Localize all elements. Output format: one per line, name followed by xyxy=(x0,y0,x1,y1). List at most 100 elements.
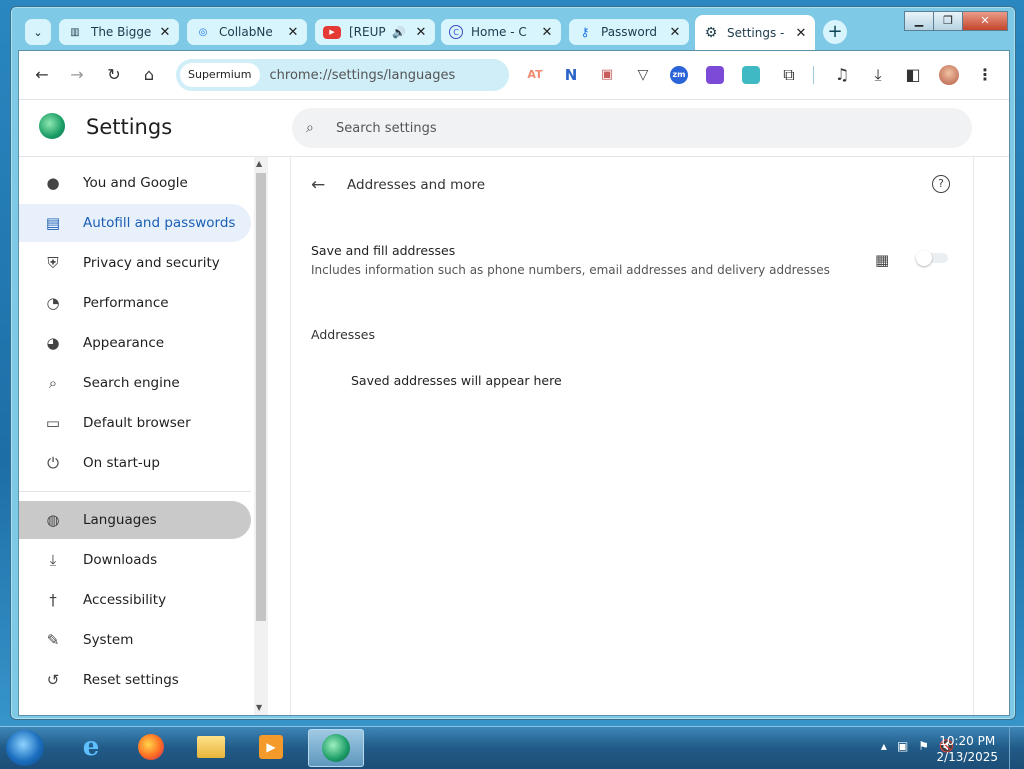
shield-icon: ⛨ xyxy=(47,254,59,272)
taskbar-explorer[interactable] xyxy=(184,729,238,765)
download-icon: ⤓ xyxy=(49,551,57,569)
browser-toolbar: ← → ↻ ⌂ Supermium chrome://settings/lang… xyxy=(19,51,1009,100)
media-control-icon[interactable]: ♫ xyxy=(832,65,852,85)
gear-icon: ⚙ xyxy=(704,25,718,41)
puzzle-icon[interactable]: ⧉ xyxy=(779,65,799,85)
n-extension-icon[interactable]: N xyxy=(562,66,580,84)
toolbar-divider xyxy=(813,66,814,84)
taskbar-firefox[interactable] xyxy=(124,729,178,765)
tab-item[interactable]: ▶ [REUP 🔊 ✕ xyxy=(315,19,435,45)
close-icon[interactable]: ✕ xyxy=(157,25,173,40)
scroll-down-arrow-icon[interactable]: ▼ xyxy=(256,703,262,712)
side-panel-icon[interactable]: ◧ xyxy=(903,65,923,85)
image-extension-icon[interactable]: ▣ xyxy=(598,66,616,84)
sidebar-item-reset[interactable]: ↺ Reset settings xyxy=(19,661,251,699)
clock-date: 2/13/2025 xyxy=(936,750,998,764)
media-player-icon: ▶ xyxy=(259,735,283,759)
taskbar-ie[interactable]: e xyxy=(64,729,118,765)
scroll-up-arrow-icon[interactable]: ▲ xyxy=(256,159,262,168)
sidebar-item-system[interactable]: ✎ System xyxy=(19,621,251,659)
sidebar-divider xyxy=(19,491,251,492)
teal-extension-icon[interactable] xyxy=(742,66,760,84)
search-icon: ◎ xyxy=(198,26,208,38)
museum-icon: ▥ xyxy=(70,26,80,38)
clock[interactable]: 10:20 PM 2/13/2025 xyxy=(936,733,998,765)
sidebar-item-accessibility[interactable]: † Accessibility xyxy=(19,581,251,619)
browser-icon: ▭ xyxy=(45,414,61,432)
minimize-button[interactable]: ▁ xyxy=(904,11,934,31)
page-title: Settings xyxy=(86,115,173,139)
tab-item[interactable]: ◎ CollabNe ✕ xyxy=(187,19,307,45)
empty-addresses-text: Saved addresses will appear here xyxy=(351,373,562,388)
search-icon: ⌕ xyxy=(48,374,58,392)
omnibox[interactable]: Supermium chrome://settings/languages xyxy=(176,59,509,91)
close-icon[interactable]: ✕ xyxy=(793,26,809,41)
menu-dots-icon[interactable]: ⋮ xyxy=(975,65,995,85)
sidebar-item-downloads[interactable]: ⤓ Downloads xyxy=(19,541,251,579)
at-extension-icon[interactable]: AT xyxy=(526,66,544,84)
back-arrow-icon[interactable]: ← xyxy=(311,175,325,195)
sidebar-item-appearance[interactable]: ◕ Appearance xyxy=(19,324,251,362)
sidebar-scroll-thumb[interactable] xyxy=(256,173,266,621)
sidebar-item-languages[interactable]: ◍ Languages xyxy=(19,501,251,539)
avatar[interactable] xyxy=(939,65,959,85)
download-icon[interactable]: ⤓ xyxy=(868,65,888,85)
history-icon: ↺ xyxy=(46,671,60,689)
url-text[interactable]: chrome://settings/languages xyxy=(270,68,456,83)
close-icon[interactable]: ✕ xyxy=(539,25,555,40)
browser-logo xyxy=(39,113,65,139)
show-desktop-button[interactable] xyxy=(1009,727,1024,769)
home-icon[interactable]: ⌂ xyxy=(139,65,159,85)
toggle-knob[interactable] xyxy=(916,250,932,266)
tab-item[interactable]: C Home - C ✕ xyxy=(441,19,561,45)
close-icon[interactable]: ✕ xyxy=(667,25,683,40)
close-window-button[interactable]: ✕ xyxy=(962,11,1008,31)
browser-window: ⌄ ▥ The Bigge ✕ ◎ CollabNe ✕ ▶ [REUP 🔊 ✕… xyxy=(10,6,1016,720)
tab-item[interactable]: ▥ The Bigge ✕ xyxy=(59,19,179,45)
tab-item-active[interactable]: ⚙ Settings - ✕ xyxy=(695,15,815,51)
tab-title: Home - C xyxy=(471,25,527,39)
sidebar-item-label: On start-up xyxy=(83,455,160,471)
reload-icon[interactable]: ↻ xyxy=(104,65,124,85)
flag-icon[interactable]: ⚑ xyxy=(918,739,929,753)
search-settings-input[interactable]: ⌕ Search settings xyxy=(292,108,972,148)
sidebar-item-on-startup[interactable]: ⏻ On start-up xyxy=(19,444,251,482)
wrench-icon: ✎ xyxy=(46,631,60,649)
back-arrow-icon[interactable]: ← xyxy=(32,65,52,85)
speaker-icon[interactable]: 🔊 xyxy=(391,26,407,39)
sidebar-item-privacy[interactable]: ⛨ Privacy and security xyxy=(19,244,251,282)
sidebar-item-label: Reset settings xyxy=(83,672,179,688)
sidebar-item-label: Downloads xyxy=(83,552,158,568)
settings-sidebar: ● You and Google ▤ Autofill and password… xyxy=(19,157,269,715)
start-button[interactable] xyxy=(6,730,44,766)
close-icon[interactable]: ✕ xyxy=(413,25,429,40)
sidebar-item-default-browser[interactable]: ▭ Default browser xyxy=(19,404,251,442)
help-icon[interactable]: ? xyxy=(932,175,950,193)
close-icon[interactable]: ✕ xyxy=(285,25,301,40)
taskbar-supermium[interactable] xyxy=(308,729,364,767)
sidebar-item-label: Appearance xyxy=(83,335,165,351)
site-chip[interactable]: Supermium xyxy=(180,63,260,87)
settings-header: Settings ⌕ Search settings xyxy=(19,100,1009,157)
sidebar-item-label: System xyxy=(83,632,134,648)
search-placeholder: Search settings xyxy=(336,120,437,136)
purple-extension-icon[interactable] xyxy=(706,66,724,84)
sidebar-item-you-and-google[interactable]: ● You and Google xyxy=(19,164,251,202)
sidebar-item-performance[interactable]: ◔ Performance xyxy=(19,284,251,322)
shield-extension-icon[interactable]: ▽ xyxy=(634,66,652,84)
sidebar-item-autofill[interactable]: ▤ Autofill and passwords xyxy=(19,204,251,242)
new-tab-button[interactable]: + xyxy=(823,20,847,44)
addresses-section-title: Addresses xyxy=(311,327,375,342)
zm-extension-icon[interactable]: zm xyxy=(670,66,688,84)
addresses-card: ← Addresses and more ? Save and fill add… xyxy=(290,157,974,715)
building-icon: ▦ xyxy=(875,251,890,269)
maximize-button[interactable]: ❐ xyxy=(933,11,963,31)
forward-arrow-icon[interactable]: → xyxy=(67,65,87,85)
sidebar-item-search-engine[interactable]: ⌕ Search engine xyxy=(19,364,251,402)
taskbar-media-player[interactable]: ▶ xyxy=(244,729,298,765)
tray-expand-icon[interactable]: ▴ xyxy=(881,739,887,753)
sidebar-item-label: Default browser xyxy=(83,415,191,431)
tab-search-button[interactable]: ⌄ xyxy=(25,19,51,45)
tab-item[interactable]: ⚷ Password ✕ xyxy=(569,19,689,45)
network-icon[interactable]: ▣ xyxy=(897,739,908,753)
